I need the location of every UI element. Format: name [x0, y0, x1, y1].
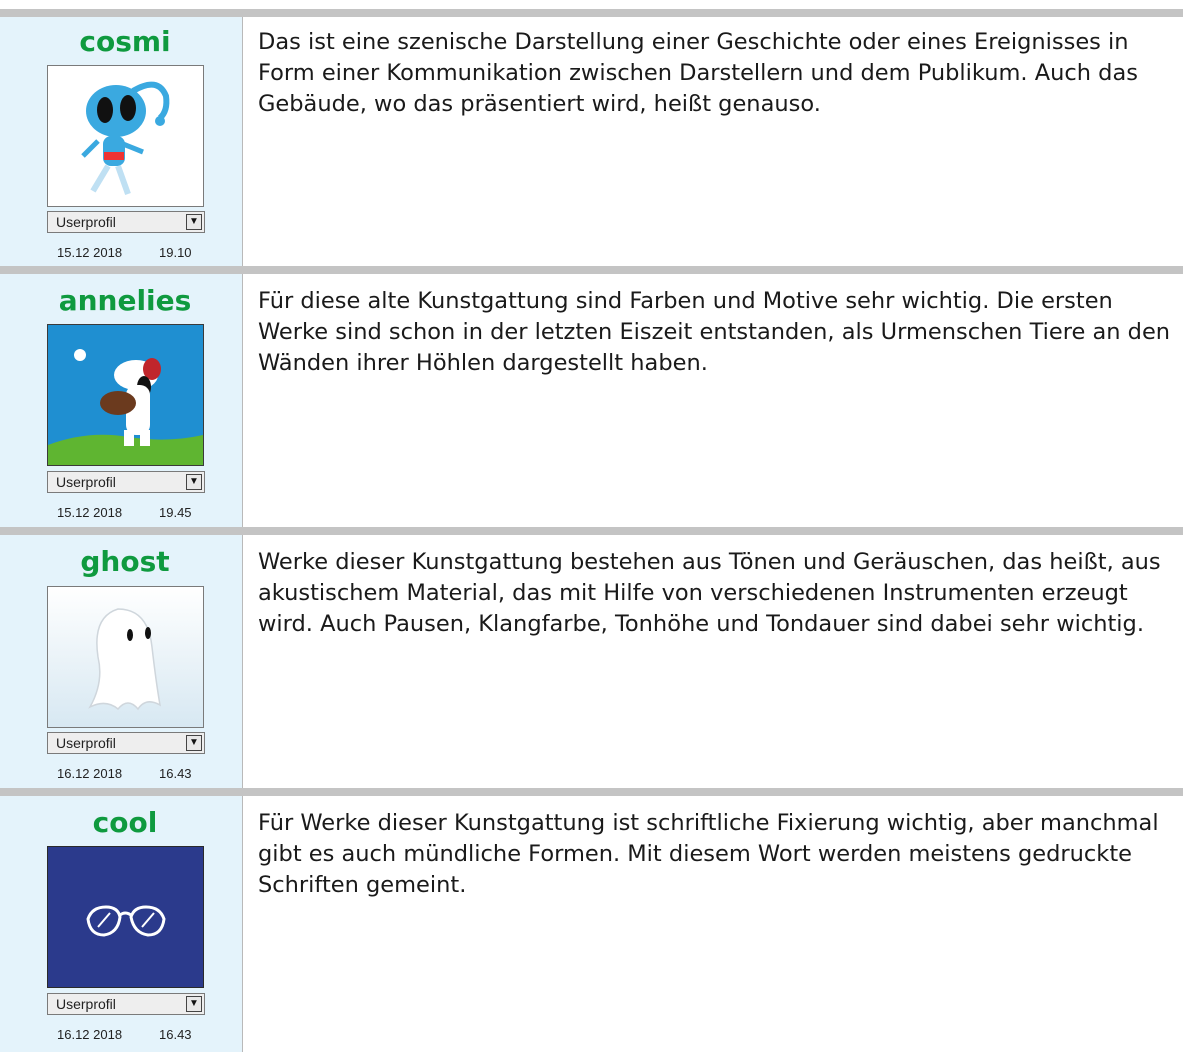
user-info-panel: ghost Userprofil ▼ 16.12 2018 16.43 — [0, 535, 243, 788]
post-date: 16.12 2018 — [57, 766, 123, 781]
username[interactable]: cosmi — [0, 26, 250, 58]
post-body: Das ist eine szenische Darstellung einer… — [258, 29, 1138, 117]
post-separator — [0, 527, 1183, 535]
post-time: 16.43 — [159, 766, 192, 781]
sunglasses-avatar — [48, 847, 203, 987]
avatar[interactable] — [47, 324, 204, 466]
cartoon-alien-avatar — [48, 66, 203, 206]
user-info-panel: cosmi Userprofil ▼ 15.12 2018 19.10 — [0, 17, 243, 266]
post-body: Werke dieser Kunstgattung bestehen aus T… — [258, 549, 1161, 637]
post-timestamp: 16.12 2018 16.43 — [57, 1027, 192, 1042]
chevron-down-icon[interactable]: ▼ — [186, 474, 202, 490]
post-body: Für diese alte Kunstgattung sind Farben … — [258, 288, 1171, 376]
chevron-down-icon[interactable]: ▼ — [186, 735, 202, 751]
userprofil-dropdown[interactable]: Userprofil ▼ — [47, 211, 205, 233]
userprofil-label: Userprofil — [56, 214, 116, 230]
userprofil-dropdown[interactable]: Userprofil ▼ — [47, 471, 205, 493]
userprofil-label: Userprofil — [56, 735, 116, 751]
avatar[interactable] — [47, 586, 204, 728]
post-time: 16.43 — [159, 1027, 192, 1042]
username[interactable]: ghost — [0, 546, 250, 578]
forum-post: ghost Userprofil ▼ 16.12 2018 16.43 Werk… — [0, 535, 1183, 788]
post-date: 15.12 2018 — [57, 505, 123, 520]
post-separator — [0, 266, 1183, 274]
post-timestamp: 15.12 2018 19.45 — [57, 505, 192, 520]
userprofil-label: Userprofil — [56, 474, 116, 490]
post-date: 15.12 2018 — [57, 245, 123, 260]
forum-post: cool Userprofil ▼ 16.12 2018 16.43 Für W… — [0, 796, 1183, 1052]
post-separator — [0, 788, 1183, 796]
avatar[interactable] — [47, 65, 204, 207]
post-time: 19.10 — [159, 245, 192, 260]
top-separator — [0, 9, 1183, 17]
userprofil-dropdown[interactable]: Userprofil ▼ — [47, 732, 205, 754]
post-date: 16.12 2018 — [57, 1027, 123, 1042]
userprofil-dropdown[interactable]: Userprofil ▼ — [47, 993, 205, 1015]
ghost-avatar — [48, 587, 203, 727]
post-timestamp: 16.12 2018 16.43 — [57, 766, 192, 781]
post-timestamp: 15.12 2018 19.10 — [57, 245, 192, 260]
user-info-panel: annelies Userprofil ▼ 15.12 2018 19.45 — [0, 274, 243, 527]
baseball-dog-avatar — [48, 325, 203, 465]
chevron-down-icon[interactable]: ▼ — [186, 996, 202, 1012]
forum-post: annelies Userprofil ▼ 15.12 2018 19.45 F… — [0, 274, 1183, 527]
post-body: Für Werke dieser Kunstgattung ist schrif… — [258, 810, 1159, 898]
post-time: 19.45 — [159, 505, 192, 520]
username[interactable]: cool — [0, 807, 250, 839]
user-info-panel: cool Userprofil ▼ 16.12 2018 16.43 — [0, 796, 243, 1052]
chevron-down-icon[interactable]: ▼ — [186, 214, 202, 230]
username[interactable]: annelies — [0, 285, 250, 317]
userprofil-label: Userprofil — [56, 996, 116, 1012]
avatar[interactable] — [47, 846, 204, 988]
forum-post: cosmi Userprofil ▼ 15.12 2018 19.10 Das … — [0, 17, 1183, 266]
